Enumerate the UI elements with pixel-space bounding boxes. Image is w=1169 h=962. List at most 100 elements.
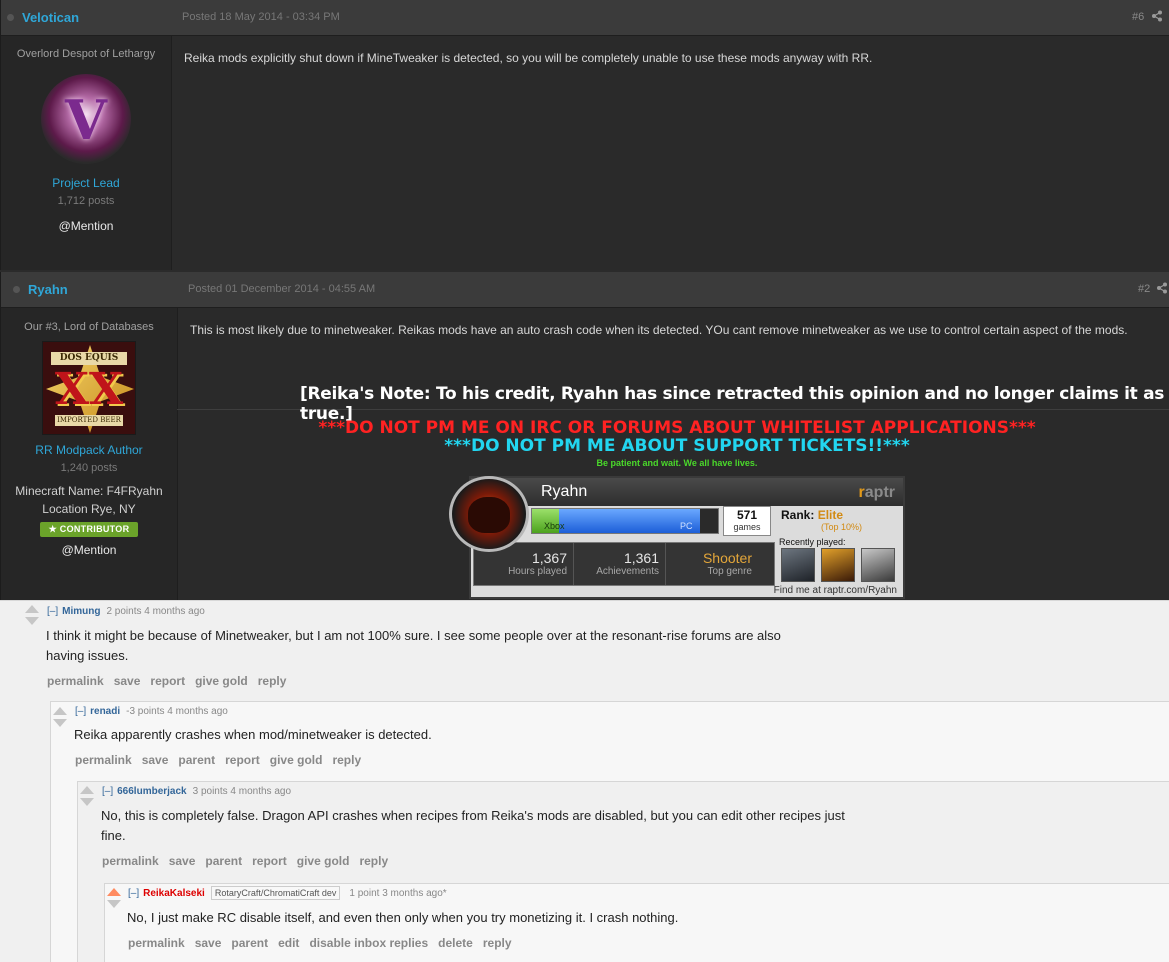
upvote-arrow-icon[interactable] [53, 707, 67, 715]
signature-warning-line: ***DO NOT PM ME ON IRC OR FORUMS ABOUT W… [318, 418, 1036, 438]
recent-game-thumbnail-2[interactable] [821, 548, 855, 582]
comment-body: No, this is completely false. Dragon API… [101, 808, 845, 843]
reply-link[interactable]: reply [258, 674, 287, 688]
comment-body: No, I just make RC disable itself, and e… [127, 910, 679, 925]
save-link[interactable]: save [114, 674, 141, 688]
vote-arrows [80, 786, 94, 814]
member-group-label: RR Modpack Author [35, 443, 143, 457]
downvote-arrow-icon[interactable] [25, 617, 39, 625]
comment-author-link[interactable]: Mimung [62, 606, 100, 617]
minecraft-name-field: Minecraft Name: F4FRyahn [15, 484, 163, 498]
parent-link[interactable]: parent [231, 936, 268, 950]
recent-game-thumbnail-1[interactable] [781, 548, 815, 582]
vote-arrows [53, 707, 67, 735]
xbox-label: Xbox [544, 521, 565, 531]
save-link[interactable]: save [195, 936, 222, 950]
parent-link[interactable]: parent [205, 854, 242, 868]
comment-actions: permalink save report give gold reply [47, 674, 296, 688]
comment-author-link[interactable]: ReikaKalseki [143, 888, 205, 899]
screenshot-composite: Velotican Posted 18 May 2014 - 03:34 PM … [0, 0, 1169, 962]
post-count: 1,712 posts [57, 195, 115, 207]
report-link[interactable]: report [150, 674, 185, 688]
online-status-icon [13, 286, 20, 293]
reply-link[interactable]: reply [359, 854, 388, 868]
post-header: Ryahn Posted 01 December 2014 - 04:55 AM… [1, 272, 1169, 308]
share-icon[interactable] [1156, 282, 1168, 294]
raptr-stats-row: 1,367 Hours played 1,361 Achievements Sh… [473, 542, 775, 586]
member-title: Overlord Despot of Lethargy [16, 48, 156, 60]
upvote-arrow-icon[interactable] [25, 605, 39, 613]
child-comment-container: [–] 666lumberjack 3 points 4 months ago No… [77, 781, 1169, 962]
recently-played-label: Recently played: [779, 537, 846, 547]
top-genre-stat: Shooter Top genre [702, 550, 752, 577]
raptr-avatar [449, 476, 529, 552]
reply-link[interactable]: reply [332, 753, 361, 767]
save-link[interactable]: save [142, 753, 169, 767]
user-avatar[interactable]: DOS EQUIS XX IMPORTED BEER [42, 341, 136, 435]
share-icon[interactable] [1151, 10, 1163, 22]
reply-link[interactable]: reply [483, 936, 512, 950]
downvote-arrow-icon[interactable] [53, 719, 67, 727]
permalink-link[interactable]: permalink [47, 674, 104, 688]
member-group-label: Project Lead [52, 176, 120, 190]
comment-tagline: [–] Mimung 2 points 4 months ago [47, 606, 205, 617]
skull-icon [468, 497, 510, 533]
collapse-toggle[interactable]: [–] [102, 786, 113, 797]
mention-button[interactable]: @Mention [1, 219, 171, 233]
post-number-link[interactable]: #6 [1132, 11, 1144, 23]
comment-author-link[interactable]: 666lumberjack [117, 786, 187, 797]
raptr-profile-card[interactable]: Ryahn raptr Xbox PC 571 games Rank: Elit… [449, 476, 905, 599]
comment-score: 2 points 4 months ago [106, 606, 205, 617]
comment-author-link[interactable]: renadi [90, 706, 120, 717]
raptr-username: Ryahn [541, 483, 588, 500]
member-title: Our #3, Lord of Databases [24, 321, 154, 333]
downvote-arrow-icon[interactable] [107, 900, 121, 908]
vote-arrows [25, 605, 39, 633]
comment-actions: permalink save parent report give gold reply [75, 753, 371, 767]
signature-patience-line: Be patient and wait. We all have lives. [596, 458, 758, 468]
give-gold-link[interactable]: give gold [270, 753, 323, 767]
comment-actions: permalink save parent report give gold reply [102, 854, 398, 868]
post-author-link[interactable]: Velotican [22, 10, 79, 25]
give-gold-link[interactable]: give gold [297, 854, 350, 868]
post-author-link[interactable]: Ryahn [28, 282, 68, 297]
collapse-toggle[interactable]: [–] [75, 706, 86, 717]
raptr-rank: Rank: Elite [781, 508, 844, 522]
mention-button[interactable]: @Mention [1, 543, 177, 557]
delete-link[interactable]: delete [438, 936, 473, 950]
user-flair: RotaryCraft/ChromatiCraft dev [210, 886, 341, 900]
edit-link[interactable]: edit [278, 936, 299, 950]
recent-game-thumbnail-3[interactable] [861, 548, 895, 582]
save-link[interactable]: save [169, 854, 196, 868]
raptr-rank-percentile: (Top 10%) [821, 522, 863, 532]
online-status-icon [7, 14, 14, 21]
collapse-toggle[interactable]: [–] [47, 606, 58, 617]
upvote-arrow-icon[interactable] [107, 888, 121, 896]
post-header: Velotican Posted 18 May 2014 - 03:34 PM … [1, 0, 1169, 36]
permalink-link[interactable]: permalink [128, 936, 185, 950]
permalink-link[interactable]: permalink [102, 854, 159, 868]
give-gold-link[interactable]: give gold [195, 674, 248, 688]
platform-share-bar: Xbox PC [531, 508, 719, 534]
raptr-title-bar: Ryahn raptr [471, 478, 903, 506]
user-avatar[interactable]: V [41, 74, 131, 164]
report-link[interactable]: report [252, 854, 287, 868]
report-link[interactable]: report [225, 753, 260, 767]
forum-post-velotican: Velotican Posted 18 May 2014 - 03:34 PM … [0, 0, 1169, 270]
comment-score: -3 points 4 months ago [126, 706, 228, 717]
collapse-toggle[interactable]: [–] [128, 888, 139, 899]
post-body: This is most likely due to minetweaker. … [190, 323, 1128, 337]
permalink-link[interactable]: permalink [75, 753, 132, 767]
location-field: Location Rye, NY [42, 502, 136, 516]
comment-tagline: [–] 666lumberjack 3 points 4 months ago [102, 786, 291, 797]
child-comment-container: [–] ReikaKalseki RotaryCraft/ChromatiCraft… [104, 883, 1169, 962]
raptr-profile-link[interactable]: Find me at raptr.com/Ryahn [774, 585, 897, 596]
disable-inbox-replies-link[interactable]: disable inbox replies [309, 936, 428, 950]
post-number-link[interactable]: #2 [1138, 283, 1150, 295]
upvote-arrow-icon[interactable] [80, 786, 94, 794]
post-date: Posted 01 December 2014 - 04:55 AM [188, 283, 376, 295]
comment-tagline: [–] renadi -3 points 4 months ago [75, 706, 228, 717]
parent-link[interactable]: parent [178, 753, 215, 767]
downvote-arrow-icon[interactable] [80, 798, 94, 806]
pc-label: PC [680, 521, 693, 531]
